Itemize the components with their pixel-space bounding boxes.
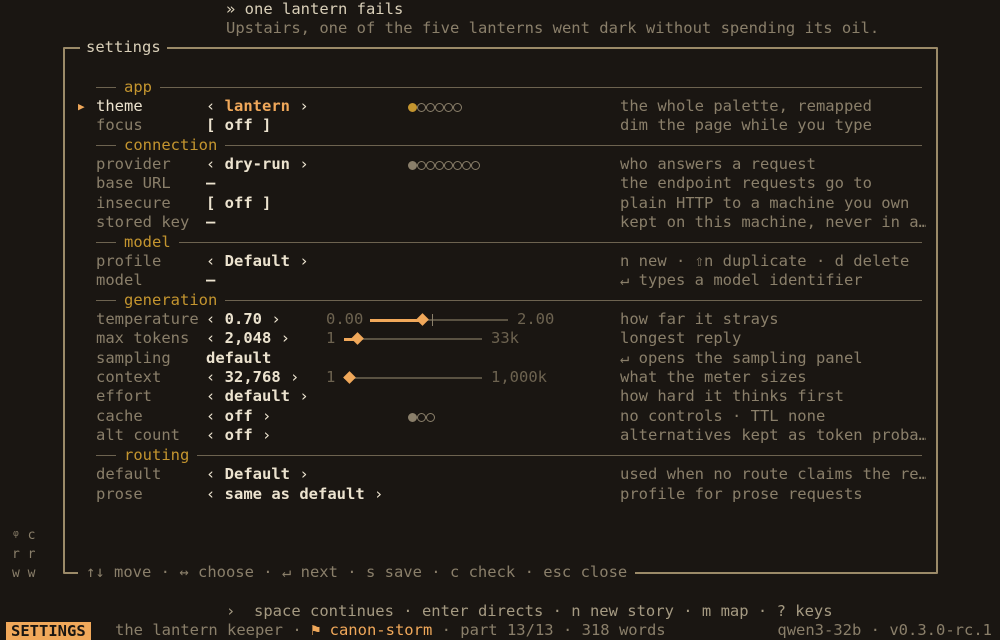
stored-key-field[interactable]: — <box>206 213 215 232</box>
prose-route-selector[interactable]: ‹ same as default › <box>206 485 383 504</box>
setting-row-sampling[interactable]: sampling default ↵ opens the sampling pa… <box>78 349 938 368</box>
modal-key-hints: ↑↓ move · ↔ choose · ↵ next · s save · c… <box>78 563 636 583</box>
sampling-field[interactable]: default <box>206 349 271 368</box>
story-name[interactable]: ⚑ canon-storm <box>311 621 432 639</box>
status-bar: SETTINGS the lantern keeper · ⚑ canon-st… <box>0 621 1000 640</box>
selection-cursor-icon: ▶ <box>78 100 85 113</box>
setting-row-default-route[interactable]: default ‹ Default › used when no route c… <box>78 465 938 484</box>
setting-row-theme[interactable]: ▶ theme ‹ lantern › the whole palette, r… <box>78 97 938 116</box>
theme-selector[interactable]: ‹ lantern › <box>206 97 309 116</box>
section-model: model <box>96 233 922 252</box>
section-routing: routing <box>96 446 922 465</box>
alt-count-selector[interactable]: ‹ off › <box>206 426 271 445</box>
setting-row-focus[interactable]: focus [ off ] dim the page while you typ… <box>78 116 938 135</box>
setting-row-profile[interactable]: profile ‹ Default › n new · ⇧n duplicate… <box>78 252 938 271</box>
bottom-key-hints: › space continues · enter directs · n ne… <box>226 602 833 620</box>
section-app: app <box>96 78 922 97</box>
temperature-selector[interactable]: ‹ 0.70 › <box>206 310 281 329</box>
context-slider[interactable]: 1 1,000k <box>326 368 566 387</box>
setting-row-temperature[interactable]: temperature ‹ 0.70 › 0.00 2.00 how far i… <box>78 310 938 329</box>
provider-selector[interactable]: ‹ dry-run › <box>206 155 309 174</box>
setting-row-base-url[interactable]: base URL — the endpoint requests go to <box>78 174 938 193</box>
status-info: the lantern keeper · ⚑ canon-storm · par… <box>115 621 666 639</box>
section-label: app <box>124 78 152 96</box>
setting-row-context[interactable]: context ‹ 32,768 › 1 1,000k what the met… <box>78 368 938 387</box>
setting-description: dim the page while you type <box>620 116 872 134</box>
section-generation: generation <box>96 291 922 310</box>
theme-position-dots <box>408 103 462 112</box>
setting-row-prose-route[interactable]: prose ‹ same as default › profile for pr… <box>78 485 938 504</box>
max-tokens-slider[interactable]: 1 33k <box>326 329 526 348</box>
story-line: Upstairs, one of the five lanterns went … <box>226 19 880 37</box>
setting-row-max-tokens[interactable]: max tokens ‹ 2,048 › 1 33k longest reply <box>78 329 938 348</box>
story-title: » one lantern fails <box>226 0 404 18</box>
left-gutter: ᵠ c r r w w <box>12 528 36 581</box>
cache-position-dots <box>408 413 435 422</box>
base-url-field[interactable]: — <box>206 174 215 193</box>
provider-position-dots <box>408 161 480 170</box>
modal-title: settings <box>80 38 167 58</box>
mode-badge: SETTINGS <box>6 622 91 640</box>
setting-row-provider[interactable]: provider ‹ dry-run › who answers a reque… <box>78 155 938 174</box>
setting-row-cache[interactable]: cache ‹ off › no controls · TTL none <box>78 407 938 426</box>
setting-row-insecure[interactable]: insecure [ off ] plain HTTP to a machine… <box>78 194 938 213</box>
model-field[interactable]: — <box>206 271 215 290</box>
setting-row-effort[interactable]: effort ‹ default › how hard it thinks fi… <box>78 387 938 406</box>
setting-key: focus <box>96 116 143 134</box>
profile-selector[interactable]: ‹ Default › <box>206 252 309 271</box>
setting-row-stored-key[interactable]: stored key — kept on this machine, never… <box>78 213 938 232</box>
focus-toggle[interactable]: [ off ] <box>206 116 271 135</box>
setting-row-alt-count[interactable]: alt count ‹ off › alternatives kept as t… <box>78 426 938 445</box>
max-tokens-selector[interactable]: ‹ 2,048 › <box>206 329 290 348</box>
temperature-slider[interactable]: 0.00 2.00 <box>326 310 566 329</box>
effort-selector[interactable]: ‹ default › <box>206 387 309 406</box>
section-connection: connection <box>96 136 922 155</box>
cache-selector[interactable]: ‹ off › <box>206 407 271 426</box>
model-version: qwen3-32b · v0.3.0-rc.1 <box>777 621 992 639</box>
setting-row-model[interactable]: model — ↵ types a model identifier <box>78 271 938 290</box>
default-route-selector[interactable]: ‹ Default › <box>206 465 309 484</box>
setting-key: theme <box>96 97 143 115</box>
context-selector[interactable]: ‹ 32,768 › <box>206 368 299 387</box>
insecure-toggle[interactable]: [ off ] <box>206 194 271 213</box>
setting-description: the whole palette, remapped <box>620 97 872 115</box>
